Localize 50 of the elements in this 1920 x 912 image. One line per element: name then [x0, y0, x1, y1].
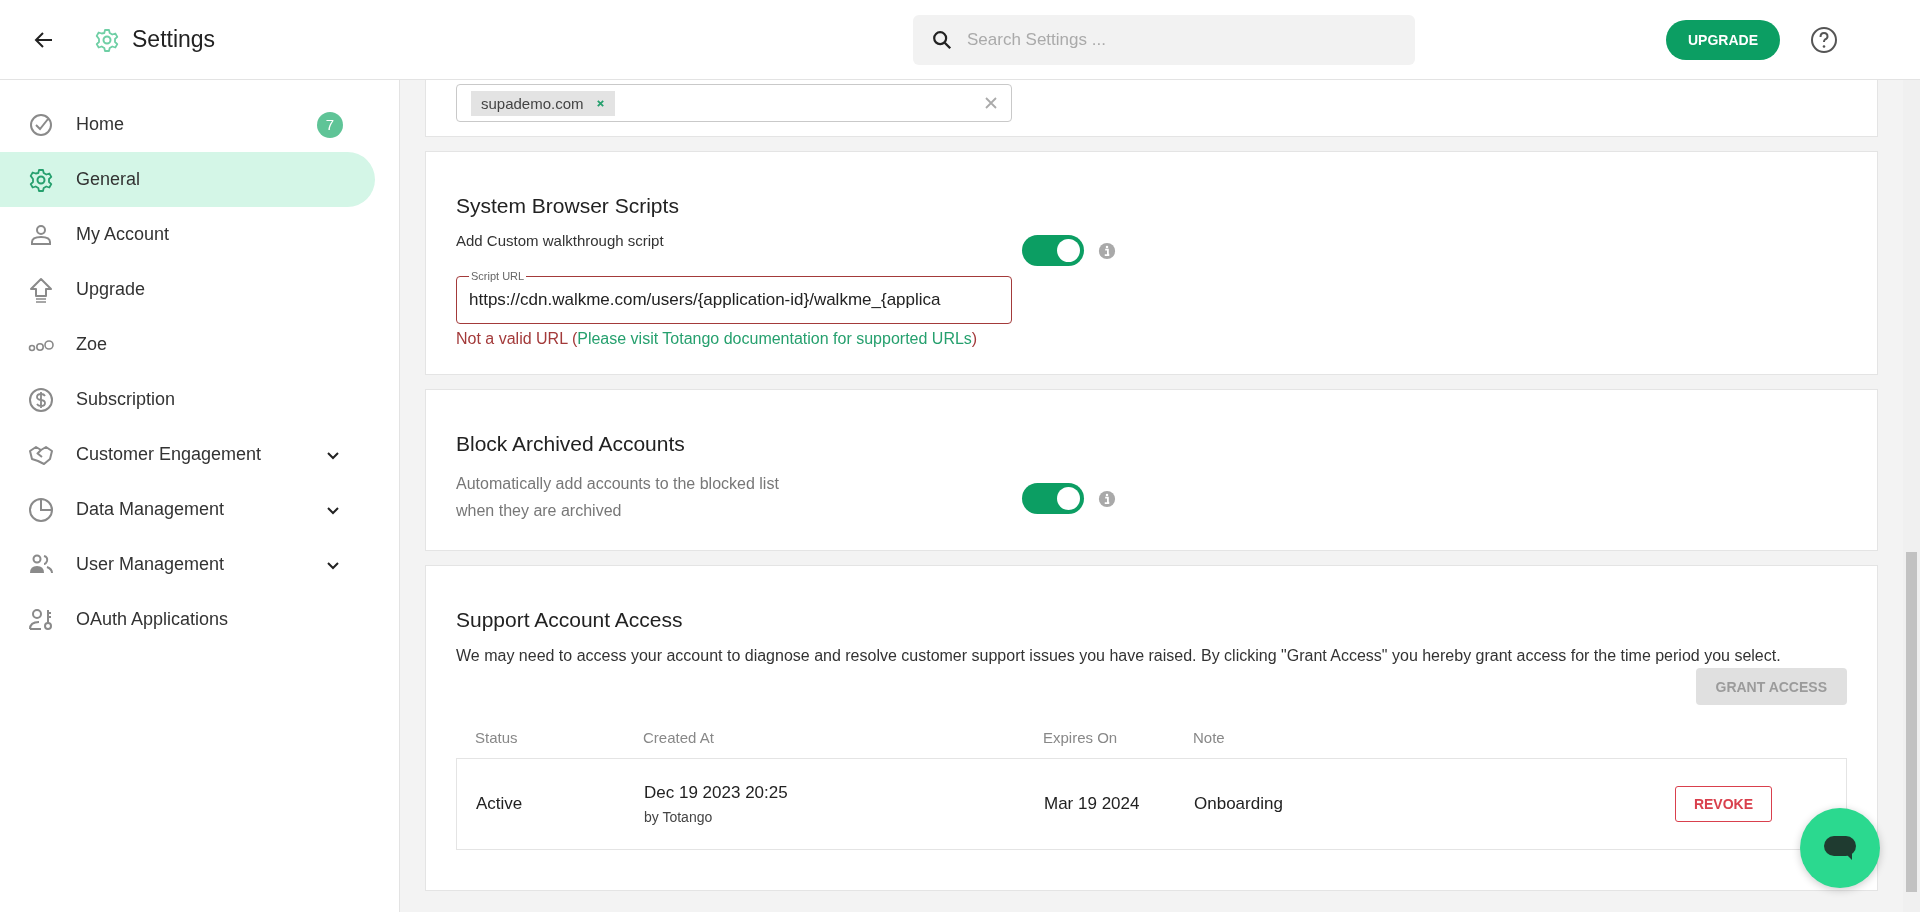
error-message: Not a valid URL ( [456, 330, 578, 347]
check-circle-icon [28, 111, 54, 138]
gear-icon [94, 26, 120, 53]
section-description: We may need to access your account to diagnose and resolve customer support issues you have raised. By clicking "Grant Access" you hereby grant access for the time period you select. [456, 646, 1782, 666]
person-key-icon [28, 606, 54, 633]
scrollbar[interactable] [1903, 80, 1920, 912]
table-cell-text: Dec 19 2023 20:25 [644, 783, 789, 803]
column-header: Expires On [1043, 729, 1119, 746]
sidebar-item[interactable]: User Management [0, 537, 375, 592]
up-arrow-icon [28, 276, 54, 303]
domains-field[interactable]: supademo.com [456, 84, 1012, 122]
column-header: Status [475, 729, 519, 746]
gear-icon [28, 166, 54, 193]
section-title: Block Archived Accounts [456, 432, 686, 456]
remove-icon[interactable] [595, 98, 605, 108]
sidebar-item[interactable]: My Account [0, 207, 375, 262]
column-header: Note [1193, 729, 1226, 746]
pie-chart-icon [28, 496, 54, 523]
search-icon [931, 28, 953, 51]
section-title: System Browser Scripts [456, 194, 680, 218]
field-label: Script URL [469, 269, 527, 283]
table-cell-text: Onboarding [1194, 794, 1284, 814]
sidebar-item[interactable]: Zoe [0, 317, 375, 372]
clear-icon[interactable] [985, 97, 997, 109]
table-cell-text: Mar 19 2024 [1044, 794, 1141, 814]
sidebar-item[interactable]: Upgrade [0, 262, 375, 317]
section-description: Automatically add accounts to the blocked list when they are archived [456, 474, 780, 521]
search-field[interactable]: Search Settings ... [913, 14, 1415, 65]
sidebar-item[interactable]: OAuth Applications [0, 592, 375, 647]
help-icon[interactable] [1810, 25, 1838, 54]
toggle-switch[interactable] [1022, 483, 1084, 514]
info-icon[interactable] [1098, 241, 1116, 260]
revoke-button[interactable]: REVOKE [1674, 786, 1772, 822]
error-message: ) [971, 330, 978, 347]
dollar-circle-icon [28, 386, 54, 413]
toggle-switch[interactable] [1022, 235, 1084, 266]
info-icon[interactable] [1098, 489, 1116, 508]
table-cell-text: Active [476, 794, 524, 814]
sidebar-item[interactable]: Customer Engagement [0, 427, 375, 482]
table-cell-text: by Totango [644, 809, 714, 825]
sidebar-item[interactable]: Subscription [0, 372, 375, 427]
page-title: Settings [132, 26, 216, 53]
sidebar-item[interactable]: General [0, 152, 375, 207]
domain-chip: supademo.com [471, 90, 615, 116]
section-title: Support Account Access [456, 608, 684, 632]
count-badge: 7 [317, 111, 343, 138]
column-header: Created At [643, 729, 715, 746]
sidebar-item[interactable]: Data Management [0, 482, 375, 537]
sidebar-item[interactable]: Home 7 [0, 97, 375, 152]
option-label: Add Custom walkthrough script [456, 232, 664, 249]
